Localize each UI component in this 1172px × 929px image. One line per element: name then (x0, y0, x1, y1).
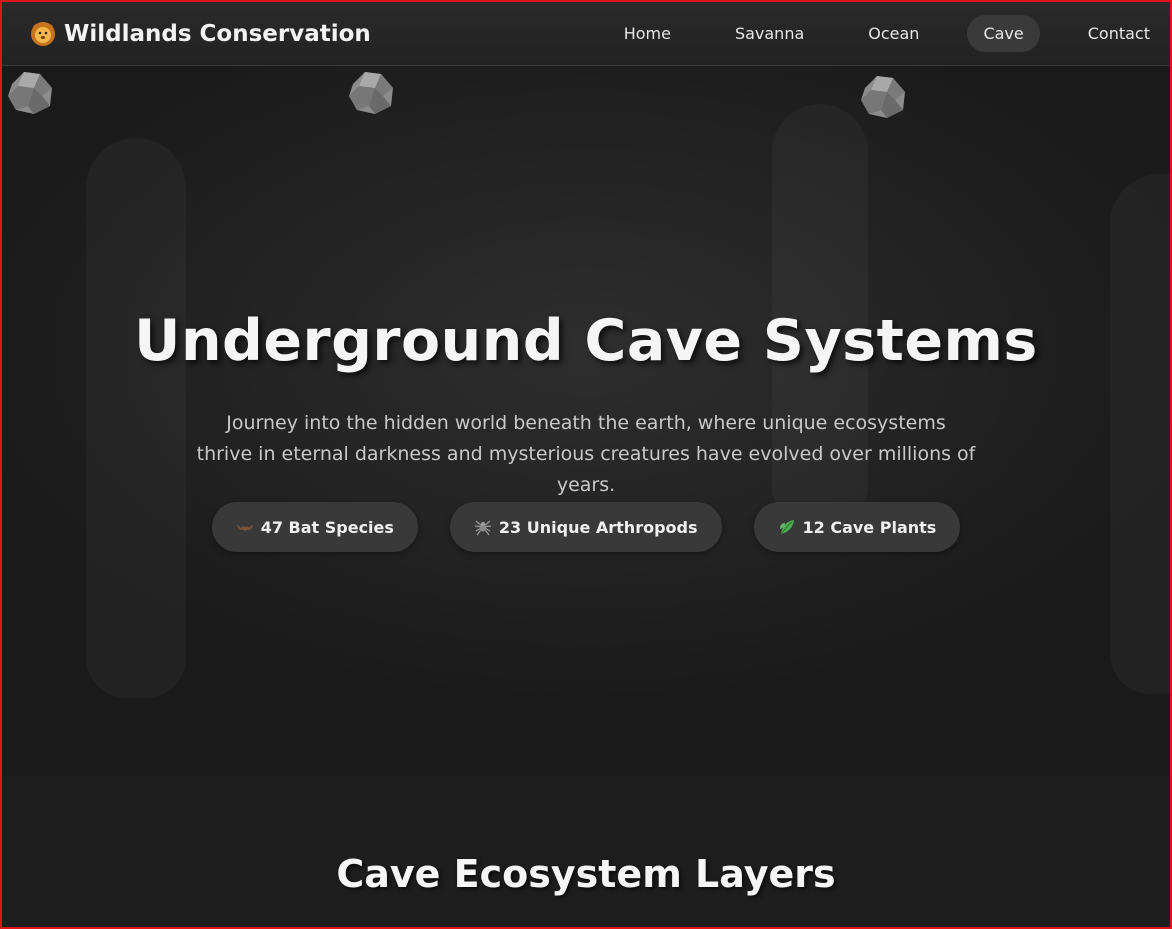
stalagmite-decoration (86, 138, 186, 698)
nav-link-contact[interactable]: Contact (1072, 15, 1166, 52)
brand-name: Wildlands Conservation (64, 20, 371, 47)
nav-links: Home Savanna Ocean Cave Contact (608, 15, 1170, 52)
ecosystem-layers-section: Cave Ecosystem Layers (2, 776, 1170, 927)
hero-section: Underground Cave Systems Journey into th… (2, 66, 1170, 776)
stat-badge-bats[interactable]: 47 Bat Species (211, 502, 418, 552)
hero-description: Journey into the hidden world beneath th… (196, 412, 976, 496)
rock-icon (857, 70, 909, 120)
hero-title: Underground Cave Systems (134, 308, 1038, 374)
leaf-icon (778, 518, 796, 536)
stat-badge-arthropods[interactable]: 23 Unique Arthropods (449, 502, 722, 552)
spider-icon (474, 518, 492, 536)
stat-label: 12 Cave Plants (802, 517, 937, 537)
nav-link-cave[interactable]: Cave (967, 15, 1040, 52)
page-frame: Wildlands Conservation Home Savanna Ocea… (0, 0, 1172, 929)
hero-stats: 47 Bat Species 23 Unique Arthropods 12 C… (2, 502, 1170, 552)
lion-icon (30, 21, 56, 47)
stat-label: 47 Bat Species (260, 517, 394, 537)
nav-link-home[interactable]: Home (608, 15, 687, 52)
nav-link-ocean[interactable]: Ocean (852, 15, 935, 52)
nav-link-savanna[interactable]: Savanna (719, 15, 820, 52)
stat-badge-plants[interactable]: 12 Cave Plants (753, 502, 961, 552)
stalagmite-decoration (1110, 174, 1170, 694)
stat-label: 23 Unique Arthropods (498, 517, 698, 537)
rock-icon (4, 66, 56, 116)
section-title: Cave Ecosystem Layers (336, 852, 836, 896)
bat-icon (236, 518, 254, 536)
top-nav: Wildlands Conservation Home Savanna Ocea… (2, 2, 1170, 66)
brand-logo[interactable]: Wildlands Conservation (30, 21, 371, 47)
rock-icon (345, 66, 397, 116)
